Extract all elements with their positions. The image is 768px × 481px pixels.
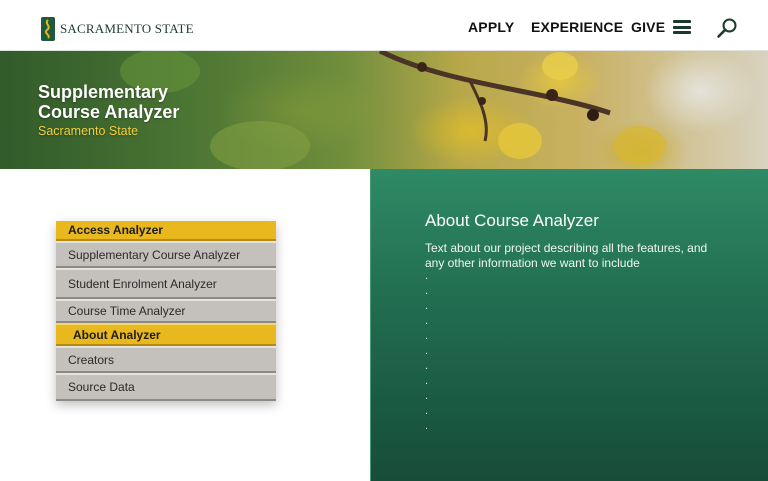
menu-heading-about-analyzer[interactable]: About Analyzer (56, 323, 276, 346)
menu-item-source-data[interactable]: Source Data (56, 373, 276, 401)
placeholder-dots: . . . . . . . . . . . (425, 269, 428, 434)
menu-icon[interactable] (673, 20, 691, 34)
dot-line: . (425, 360, 429, 372)
dot-line: . (425, 300, 429, 312)
hero-banner: Supplementary Course Analyzer Sacramento… (0, 51, 768, 169)
nav-apply[interactable]: APPLY (468, 19, 514, 35)
menu-item-student-enrolment-analyzer[interactable]: Student Enrolment Analyzer (56, 268, 276, 299)
dot-line: . (425, 390, 429, 402)
dot-line: . (425, 270, 429, 282)
sacramento-state-logo[interactable]: SACRAMENTO STATE (40, 16, 194, 42)
menu-item-course-time-analyzer[interactable]: Course Time Analyzer (56, 299, 276, 323)
menu-heading-access-analyzer[interactable]: Access Analyzer (56, 221, 276, 241)
dot-line: . (425, 315, 429, 327)
dot-line: . (425, 405, 429, 417)
dot-line: . (425, 285, 429, 297)
about-panel: About Course Analyzer Text about our pro… (370, 169, 768, 481)
search-icon[interactable] (716, 17, 738, 39)
hero-title-line-1: Supplementary (38, 82, 169, 102)
about-panel-title: About Course Analyzer (425, 211, 599, 230)
hero-subtitle: Sacramento State (38, 124, 139, 138)
dot-line: . (425, 330, 429, 342)
dot-line: . (425, 420, 429, 432)
menu-item-supplementary-course-analyzer[interactable]: Supplementary Course Analyzer (56, 241, 276, 268)
logo-text: SACRAMENTO STATE (60, 21, 194, 36)
sac-state-tree-icon (41, 17, 55, 41)
about-panel-text: Text about our project describing all th… (425, 241, 708, 270)
nav-give[interactable]: GIVE (631, 19, 665, 35)
menu-item-creators[interactable]: Creators (56, 346, 276, 373)
site-header: SACRAMENTO STATE APPLY EXPERIENCE GIVE (0, 0, 768, 51)
analyzer-side-menu: Access Analyzer Supplementary Course Ana… (56, 221, 276, 401)
dot-line: . (425, 345, 429, 357)
dot-line: . (425, 375, 429, 387)
hero-title: Supplementary Course Analyzer (38, 82, 179, 122)
hero-title-line-2: Course Analyzer (38, 102, 180, 122)
nav-experience[interactable]: EXPERIENCE (531, 19, 623, 35)
